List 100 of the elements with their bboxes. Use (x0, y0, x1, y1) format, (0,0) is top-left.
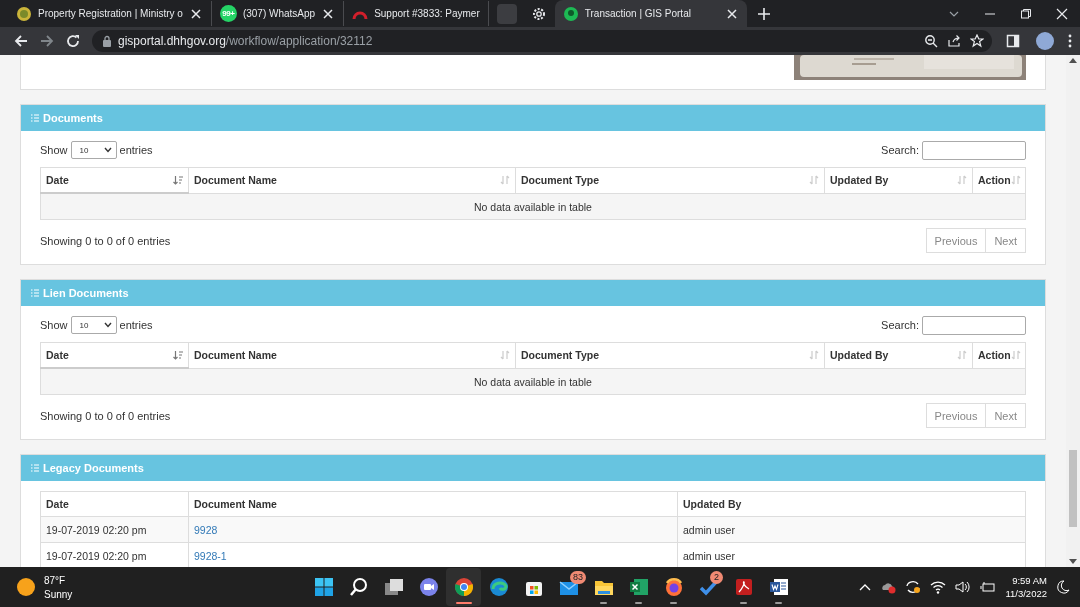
document-icon[interactable] (768, 577, 789, 597)
column-header[interactable]: Updated By (824, 342, 973, 368)
close-icon[interactable] (188, 6, 203, 21)
pdf-icon[interactable] (733, 577, 754, 597)
weather-condition: Sunny (44, 588, 73, 600)
notification-badge: 2 (710, 571, 723, 584)
share-icon[interactable] (947, 34, 961, 48)
column-header[interactable]: Action (972, 167, 1026, 193)
list-icon (31, 114, 39, 122)
task-view-icon[interactable] (383, 577, 404, 597)
lock-icon (102, 35, 112, 47)
panel-title: Legacy Documents (43, 462, 144, 474)
document-link[interactable]: 9928-1 (194, 549, 227, 562)
table-info: Showing 0 to 0 of 0 entries (40, 234, 171, 247)
search-label: Search: (881, 319, 919, 331)
url-text: gisportal.dhhgov.org/workflow/application/32112 (118, 34, 373, 48)
column-header: Updated By (677, 491, 1026, 517)
taskbar-app[interactable]: 83 (551, 568, 586, 606)
sort-icon (957, 350, 967, 361)
scrollbar-thumb[interactable] (1069, 450, 1077, 527)
windows-logo-icon[interactable] (313, 577, 334, 597)
column-header: Date (40, 491, 189, 517)
video-chat-icon[interactable] (418, 577, 439, 597)
star-icon[interactable] (970, 34, 984, 48)
empty-table-message: No data available in table (40, 368, 1026, 395)
column-header[interactable]: Updated By (824, 167, 973, 193)
notification-badge: 99+ (219, 5, 237, 22)
moon-icon[interactable] (1056, 580, 1070, 594)
spreadsheet-icon[interactable] (628, 577, 649, 597)
show-label: Show (40, 319, 68, 331)
forward-arrow-icon[interactable] (40, 34, 54, 48)
table-cell: 19-07-2019 02:20 pm (40, 516, 189, 543)
sort-icon (809, 350, 819, 361)
show-label: Show (40, 144, 68, 156)
table-cell: admin user (677, 516, 1026, 543)
panel-title: Documents (43, 112, 103, 124)
browser-tab[interactable]: Support #3833: Paymer (344, 1, 489, 26)
empty-table-message: No data available in table (40, 193, 1026, 220)
firefox-icon[interactable] (663, 577, 684, 597)
column-header[interactable]: Document Name (188, 167, 516, 193)
cloud-error-icon[interactable] (880, 580, 897, 594)
sun-icon (16, 577, 36, 597)
address-bar[interactable]: gisportal.dhhgov.org/workflow/application/32112 (92, 30, 992, 52)
search-label: Search: (881, 144, 919, 156)
chrome-icon[interactable] (453, 577, 474, 597)
browser-tab[interactable]: Transaction | GIS Portal (554, 0, 747, 27)
column-header: Document Name (188, 491, 678, 517)
list-icon (31, 289, 39, 297)
plus-icon[interactable] (756, 7, 771, 21)
entries-label: entries (119, 319, 153, 331)
browser-tab[interactable]: Property Registration | Ministry o (8, 1, 212, 26)
chevron-down-icon (103, 147, 112, 153)
document-link[interactable]: 9928 (194, 523, 218, 536)
zoom-icon[interactable] (924, 34, 938, 48)
back-arrow-icon[interactable] (14, 34, 28, 48)
taskbar-app[interactable] (446, 568, 481, 606)
avatar[interactable] (1036, 32, 1054, 50)
clock[interactable]: 9:59 AM 11/3/2022 (1005, 575, 1047, 599)
sort-icon (1010, 350, 1021, 361)
restore-icon[interactable] (1020, 7, 1032, 20)
search-field[interactable] (922, 315, 1026, 335)
scroll-down-icon (1069, 559, 1077, 564)
side-panel-icon[interactable] (1006, 34, 1020, 48)
close-icon[interactable] (724, 6, 739, 21)
entries-select[interactable]: 10 (70, 141, 117, 159)
column-header[interactable]: Document Type (515, 342, 825, 368)
chevron-down-icon (103, 322, 112, 328)
sort-icon (1010, 175, 1021, 186)
column-header[interactable]: Action (972, 342, 1026, 368)
sort-icon (500, 175, 510, 186)
gear-icon[interactable] (530, 6, 547, 22)
notification-badge: 83 (570, 571, 586, 584)
search-field[interactable] (922, 140, 1026, 160)
panel-title: Lien Documents (43, 287, 129, 299)
reload-icon[interactable] (66, 34, 80, 48)
taskbar-app[interactable]: 2 (691, 568, 726, 606)
close-icon[interactable] (1056, 7, 1068, 20)
column-header[interactable]: Document Type (515, 167, 825, 193)
scroll-up-icon (1069, 58, 1077, 63)
browser-tab[interactable]: 99+ (307) WhatsApp (211, 1, 345, 26)
sort-icon (957, 175, 967, 186)
sort-descending-icon (173, 350, 183, 360)
column-header[interactable]: Document Name (188, 342, 516, 368)
emblem-icon (16, 5, 32, 22)
sync-icon[interactable] (905, 580, 922, 594)
edge-icon[interactable] (488, 577, 509, 597)
globe-icon (562, 5, 579, 22)
wifi-icon[interactable] (930, 580, 947, 594)
temperature: 87°F (44, 574, 67, 586)
sort-icon (500, 350, 510, 361)
entries-select[interactable]: 10 (70, 316, 117, 334)
search-icon[interactable] (348, 577, 369, 597)
sort-icon (809, 175, 819, 186)
table-info: Showing 0 to 0 of 0 entries (40, 409, 171, 422)
more-menu-icon[interactable] (1068, 34, 1072, 48)
close-icon[interactable] (321, 6, 336, 21)
list-icon (31, 464, 39, 472)
battery-icon[interactable] (980, 580, 997, 594)
scrollbar[interactable] (1066, 55, 1080, 567)
volume-icon[interactable] (955, 580, 972, 594)
